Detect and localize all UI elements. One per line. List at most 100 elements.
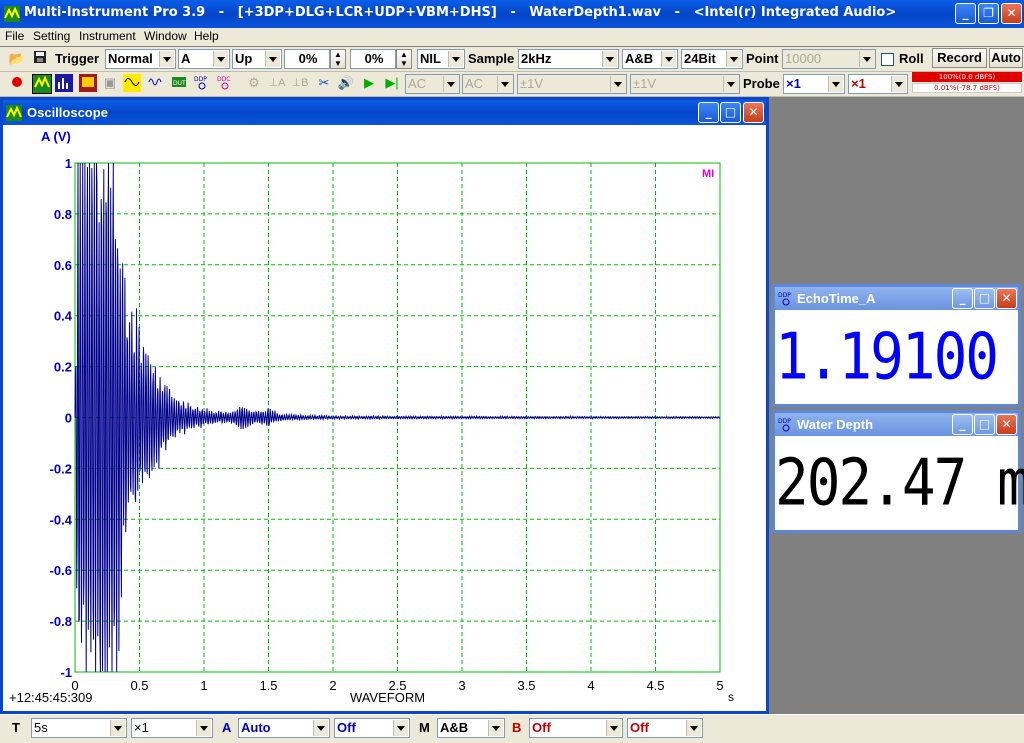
- channel-a-off-select[interactable]: Off: [334, 718, 410, 738]
- x-tick-label: 3.5: [517, 678, 535, 693]
- oscilloscope-icon[interactable]: [32, 74, 52, 94]
- timebase-label: T: [12, 720, 20, 735]
- y-tick-label: 1: [65, 156, 72, 171]
- echotime-title: EchoTime_A: [797, 291, 876, 306]
- timebase-value: 5s: [34, 720, 48, 735]
- trigger-delay-spinner[interactable]: ▲ ▼: [396, 49, 412, 69]
- bits-select[interactable]: 24Bit: [681, 49, 743, 69]
- dbm-icon[interactable]: ▣: [101, 74, 119, 92]
- toolbar-main: 📂 Trigger Normal A Up 0% ▲ ▼ 0% ▲ ▼ NIL Sa…: [0, 47, 1024, 72]
- restore-button[interactable]: ❐: [978, 3, 999, 24]
- probe-a-select[interactable]: ×1: [783, 74, 845, 94]
- channel-b-off-value: Off: [630, 720, 649, 735]
- trigger-level-input[interactable]: 0%: [284, 49, 330, 69]
- calibrate-icon[interactable]: ⚙: [245, 74, 263, 92]
- probe-b-select[interactable]: ×1: [848, 74, 908, 94]
- trigger-mode-select[interactable]: Normal: [105, 49, 176, 69]
- play-step-icon[interactable]: ▶|: [383, 74, 401, 92]
- y-tick-label: 0.6: [54, 258, 72, 273]
- record-button[interactable]: Record: [932, 48, 987, 68]
- channel-a-label: A: [222, 720, 232, 735]
- app-title: Multi-Instrument Pro 3.9 - [+3DP+DLG+LCR…: [24, 5, 897, 20]
- svg-text:DDP: DDP: [778, 292, 791, 299]
- chevron-down-icon: [723, 76, 738, 92]
- open-folder-icon[interactable]: 📂: [8, 50, 26, 68]
- coupling-b-select[interactable]: AC: [462, 74, 514, 94]
- cal-a-icon[interactable]: ⊥A: [268, 74, 286, 92]
- point-select[interactable]: 10000: [782, 49, 876, 69]
- nil-value: NIL: [420, 51, 441, 66]
- channels-select[interactable]: A&B: [622, 49, 678, 69]
- ddc-icon[interactable]: DDC: [216, 74, 234, 92]
- channel-b-off-select[interactable]: Off: [627, 718, 703, 738]
- sample-rate-select[interactable]: 2kHz: [518, 49, 619, 69]
- probe-b-value: ×1: [851, 76, 866, 91]
- trigger-source-select[interactable]: A: [178, 49, 230, 69]
- chevron-down-icon: [661, 51, 676, 67]
- menu-setting[interactable]: Setting: [33, 29, 70, 43]
- channel-a-mode-select[interactable]: Auto: [238, 718, 330, 738]
- signal-generator-icon[interactable]: [123, 74, 141, 92]
- y-tick-label: -0.8: [50, 614, 72, 629]
- range-a-value: ±1V: [520, 76, 544, 91]
- chevron-down-icon: [610, 76, 625, 92]
- x-tick-label: 5: [716, 678, 723, 693]
- menu-file[interactable]: File: [5, 29, 24, 43]
- water-depth-value: 202.47 m: [775, 446, 1024, 521]
- x-axis-unit: s: [728, 690, 734, 704]
- sample-label: Sample: [468, 51, 515, 66]
- chevron-down-icon: [488, 720, 503, 736]
- svg-text:DDP: DDP: [778, 418, 791, 425]
- trigger-delay-input[interactable]: 0%: [350, 49, 396, 69]
- timebase-select[interactable]: 5s: [31, 718, 127, 738]
- auto-button[interactable]: Auto: [989, 48, 1023, 68]
- oscilloscope-window-icon: [6, 105, 22, 121]
- trigger-edge-select[interactable]: Up: [232, 49, 282, 69]
- cal-b-icon[interactable]: ⊥B: [291, 74, 309, 92]
- coupling-a-value: AC: [408, 76, 427, 91]
- zoom-select[interactable]: ×1: [131, 718, 213, 738]
- trigger-level-spinner[interactable]: ▲ ▼: [330, 49, 346, 69]
- capture-timestamp: +12:45:45:309: [9, 690, 93, 705]
- y-axis-label: A (V): [41, 129, 71, 144]
- speaker-icon[interactable]: 🔊: [337, 74, 355, 92]
- level-meter-b: 0.01%(-78.7 dBFS): [912, 83, 1022, 93]
- channel-b-mode-select[interactable]: Off: [529, 718, 623, 738]
- probe-tool-icon[interactable]: ✂: [315, 74, 333, 92]
- mi-watermark: MI: [702, 168, 714, 180]
- range-a-select[interactable]: ±1V: [517, 74, 627, 94]
- multimeter-icon[interactable]: [79, 74, 97, 92]
- coupling-a-select[interactable]: AC: [405, 74, 460, 94]
- water-depth-meter-window: DDP Water Depth _ □ ✕ 202.47 m: [772, 410, 1024, 533]
- scope-close-button[interactable]: ✕: [743, 102, 764, 123]
- trigger-mode-value: Normal: [108, 51, 153, 66]
- sweep-icon[interactable]: [147, 74, 165, 92]
- chevron-down-icon: [891, 76, 906, 92]
- waveform-chart[interactable]: 0 0.5 1 1.5 2 2.5 3 3.5 4 4.5 510.80.60.40.20-0.2-…: [3, 125, 766, 714]
- water-depth-title: Water Depth: [797, 417, 874, 432]
- record-dot-icon[interactable]: [8, 75, 26, 93]
- spectrum-analyzer-icon[interactable]: [55, 74, 73, 92]
- save-icon[interactable]: [31, 50, 49, 68]
- dut-icon[interactable]: DUT: [170, 74, 188, 92]
- chevron-down-icon: [602, 51, 617, 67]
- menu-window[interactable]: Window: [144, 29, 187, 43]
- range-b-select[interactable]: ±1V: [630, 74, 740, 94]
- math-mode-select[interactable]: A&B: [437, 718, 505, 738]
- scope-minimize-button[interactable]: _: [698, 102, 719, 123]
- roll-checkbox[interactable]: [881, 53, 894, 66]
- menu-instrument[interactable]: Instrument: [79, 29, 136, 43]
- nil-select[interactable]: NIL: [417, 49, 465, 69]
- channel-b-label: B: [512, 720, 522, 735]
- x-tick-label: 1: [200, 678, 207, 693]
- play-icon[interactable]: ▶: [360, 74, 378, 92]
- close-button[interactable]: ✕: [1001, 3, 1022, 24]
- minimize-button[interactable]: _: [955, 3, 976, 24]
- menu-help[interactable]: Help: [194, 29, 219, 43]
- scope-maximize-button[interactable]: □: [720, 102, 741, 123]
- channel-a-mode-value: Auto: [241, 720, 271, 735]
- level-meter-a: 100%(0.0 dBFS): [912, 72, 1022, 82]
- y-tick-label: -1: [60, 665, 72, 680]
- ddp-icon[interactable]: DDP: [193, 74, 211, 92]
- point-value: 10000: [785, 51, 822, 66]
